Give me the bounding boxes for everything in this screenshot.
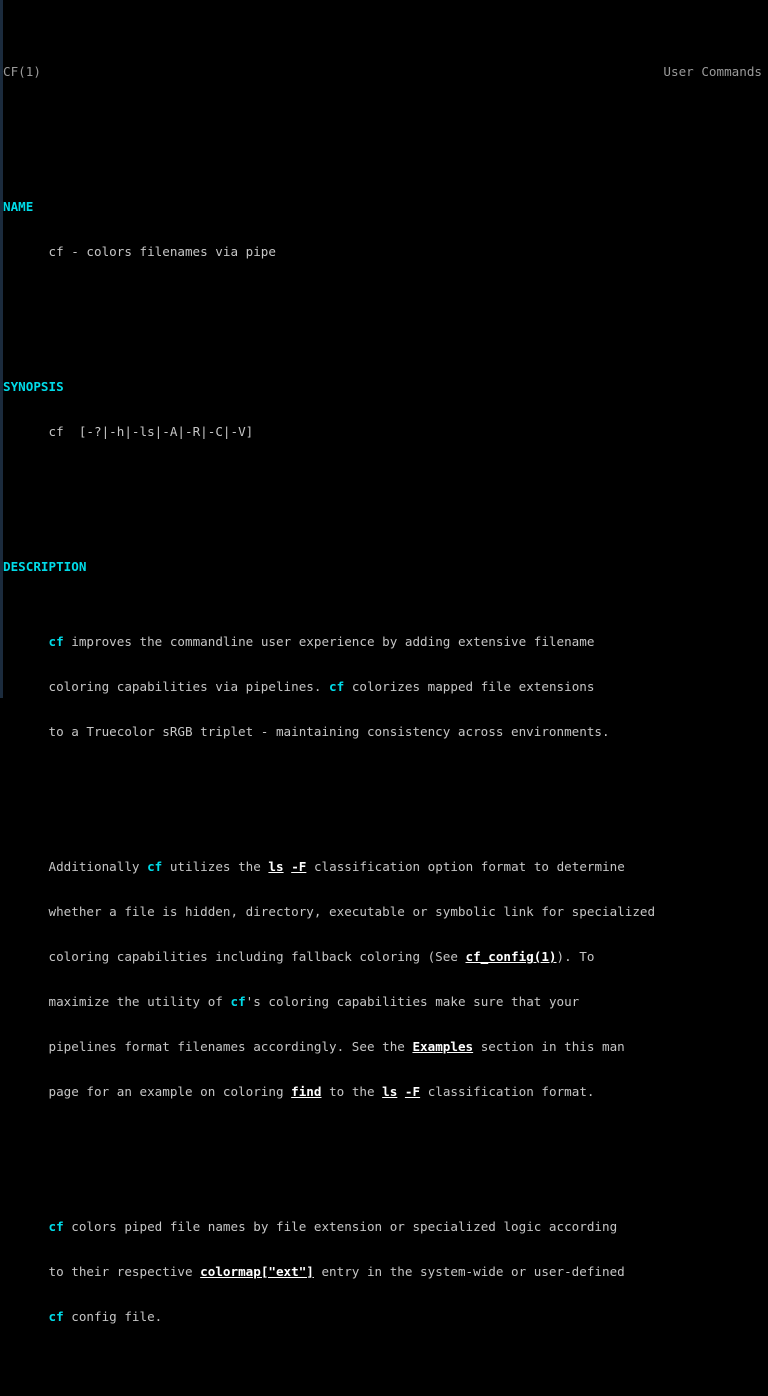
description-line: cf improves the commandline user experie…	[3, 634, 768, 649]
description-line: coloring capabilities via pipelines. cf …	[3, 679, 768, 694]
text: classification format.	[427, 1084, 595, 1099]
sp	[344, 679, 352, 694]
text: entry in the system-wide or user-defined	[313, 1264, 625, 1279]
emphasis-cf: cf	[230, 994, 246, 1009]
sp	[64, 1219, 72, 1234]
sp	[306, 859, 314, 874]
emphasis-cf: cf	[147, 859, 163, 874]
sp	[420, 1084, 428, 1099]
text: maximize the utility of	[48, 994, 231, 1009]
man-header: CF(1) User Commands	[3, 64, 768, 79]
text: colors piped file names by file extensio…	[71, 1219, 618, 1234]
man-page-content: CF(1) User Commands NAME cf - colors file…	[0, 4, 768, 1396]
text: whether a file is hidden, directory, exe…	[48, 904, 656, 919]
text: page for an example on coloring	[48, 1084, 292, 1099]
man-header-right: User Commands	[663, 64, 762, 79]
description-line: to their respective colormap["ext"] entr…	[3, 1264, 768, 1279]
description-line: to a Truecolor sRGB triplet - maintainin…	[3, 724, 768, 739]
terminal-window: CF(1) User Commands NAME cf - colors file…	[0, 0, 768, 1324]
description-line: cf config file.	[3, 1309, 768, 1324]
emphasis-cf: cf	[48, 634, 64, 649]
reference-F-flag[interactable]: -F	[291, 859, 306, 874]
reference-F-flag[interactable]: -F	[405, 1084, 420, 1099]
description-line: pipelines format filenames accordingly. …	[3, 1039, 768, 1054]
description-line: page for an example on coloring find to …	[3, 1084, 768, 1099]
section-heading-description-label: DESCRIPTION	[3, 559, 87, 574]
description-line: cf colors piped file names by file exten…	[3, 1219, 768, 1234]
description-line: coloring capabilities including fallback…	[3, 949, 768, 964]
text: coloring capabilities via pipelines.	[48, 679, 330, 694]
description-line: whether a file is hidden, directory, exe…	[3, 904, 768, 919]
text: coloring capabilities including fallback…	[48, 949, 466, 964]
section-heading-description: DESCRIPTION	[3, 559, 768, 574]
reference-examples[interactable]: Examples	[412, 1039, 473, 1054]
text: colorizes mapped file extensions	[351, 679, 595, 694]
sp	[397, 1084, 405, 1099]
emphasis-cf: cf	[48, 1309, 64, 1324]
synopsis-line: cf [-?|-h|-ls|-A|-R|-C|-V]	[3, 424, 768, 439]
reference-colormap[interactable]: colormap["ext"]	[200, 1264, 314, 1279]
text: pipelines format filenames accordingly. …	[48, 1039, 413, 1054]
text: to a Truecolor sRGB triplet - maintainin…	[48, 724, 610, 739]
synopsis-command: cf	[48, 424, 64, 439]
text: 's coloring capabilities make sure that …	[245, 994, 580, 1009]
section-heading-synopsis-label: SYNOPSIS	[3, 379, 64, 394]
text: improves the commandline user experience…	[71, 634, 595, 649]
text: to their respective	[48, 1264, 201, 1279]
name-body-line: cf - colors filenames via pipe	[3, 244, 768, 259]
section-heading-name: NAME	[3, 199, 768, 214]
emphasis-cf: cf	[329, 679, 345, 694]
reference-find[interactable]: find	[291, 1084, 321, 1099]
text: Additionally	[48, 859, 148, 874]
sp	[64, 1309, 72, 1324]
sp	[284, 859, 292, 874]
reference-ls[interactable]: ls	[268, 859, 283, 874]
synopsis-arguments: [-?|-h|-ls|-A|-R|-C|-V]	[78, 424, 254, 439]
man-header-left: CF(1)	[3, 64, 41, 79]
reference-ls[interactable]: ls	[382, 1084, 397, 1099]
text: config file.	[71, 1309, 163, 1324]
section-heading-name-label: NAME	[3, 199, 34, 214]
name-description: cf - colors filenames via pipe	[48, 244, 276, 259]
description-line: maximize the utility of cf's coloring ca…	[3, 994, 768, 1009]
section-heading-synopsis: SYNOPSIS	[3, 379, 768, 394]
text: to the	[321, 1084, 383, 1099]
reference-cf-config[interactable]: cf_config(1)	[466, 949, 557, 964]
emphasis-cf: cf	[48, 1219, 64, 1234]
text: utilizes the	[169, 859, 269, 874]
sp	[162, 859, 170, 874]
text: ). To	[556, 949, 595, 964]
text: classification option format to determin…	[313, 859, 625, 874]
description-line: Additionally cf utilizes the ls -F class…	[3, 859, 768, 874]
text: section in this man	[473, 1039, 625, 1054]
